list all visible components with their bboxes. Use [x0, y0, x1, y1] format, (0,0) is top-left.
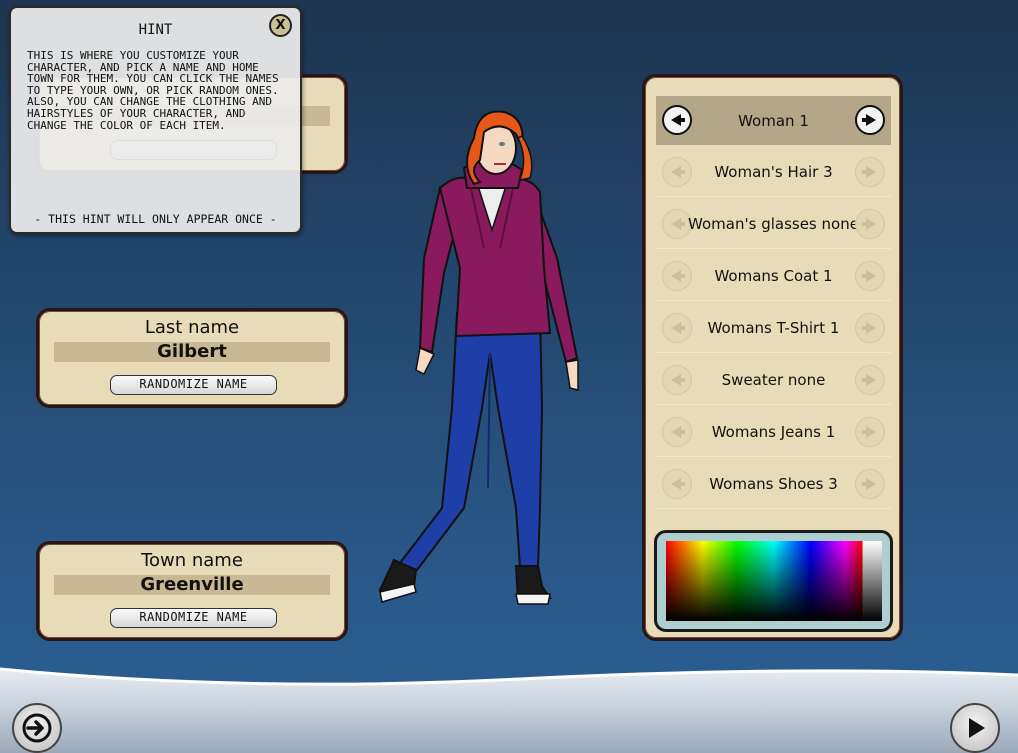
exit-arrow-icon: [22, 713, 52, 743]
last-name-title: Last name: [144, 317, 240, 338]
ground-strip: [0, 667, 1018, 753]
customize-row-label: Womans Coat 1: [714, 267, 833, 285]
customize-row: Womans Jeans 1: [656, 408, 891, 457]
color-picker-frame: [654, 530, 893, 632]
customize-panel: Woman 1 Woman's Hair 3 Woman's glasses non…: [642, 74, 903, 641]
town-name-panel: Town name Greenville RANDOMIZE NAME: [36, 541, 348, 641]
next-arrow-icon[interactable]: [855, 261, 885, 291]
last-name-randomize-button[interactable]: RANDOMIZE NAME: [110, 375, 277, 395]
next-arrow-icon[interactable]: [855, 417, 885, 447]
next-arrow-icon[interactable]: [855, 365, 885, 395]
brightness-strip[interactable]: [864, 541, 882, 621]
hint-title: HINT: [138, 22, 173, 38]
customize-row: Sweater none: [656, 356, 891, 405]
town-name-title: Town name: [141, 550, 243, 571]
exit-button[interactable]: [12, 703, 62, 753]
customize-row-label: Sweater none: [721, 371, 826, 389]
hint-close-button[interactable]: X: [269, 14, 292, 37]
customize-row: Woman 1: [656, 96, 891, 145]
color-picker[interactable]: [666, 541, 882, 621]
customize-row-label: Womans Jeans 1: [711, 423, 836, 441]
customize-row: Womans T-Shirt 1: [656, 304, 891, 353]
hint-dialog: HINT X THIS IS WHERE YOU CUSTOMIZE YOUR …: [9, 6, 302, 234]
next-arrow-icon[interactable]: [855, 469, 885, 499]
last-name-field[interactable]: Gilbert: [54, 342, 330, 362]
town-name-field[interactable]: Greenville: [54, 575, 330, 595]
customize-row: Woman's Hair 3: [656, 148, 891, 197]
hint-body: THIS IS WHERE YOU CUSTOMIZE YOUR CHARACT…: [27, 49, 279, 132]
next-arrow-icon[interactable]: [855, 157, 885, 187]
customize-row-label: Womans T-Shirt 1: [707, 319, 840, 337]
customize-row: Woman's glasses none: [656, 200, 891, 249]
customize-row-label: Womans Shoes 3: [709, 475, 838, 493]
customize-row-label: Woman's Hair 3: [714, 163, 833, 181]
customize-row: Womans Shoes 3: [656, 460, 891, 509]
town-name-randomize-button[interactable]: RANDOMIZE NAME: [110, 608, 277, 628]
customize-row: Womans Coat 1: [656, 252, 891, 301]
last-name-panel: Last name Gilbert RANDOMIZE NAME: [36, 308, 348, 408]
play-icon: [969, 718, 985, 738]
next-arrow-icon[interactable]: [855, 209, 885, 239]
next-arrow-icon[interactable]: [855, 313, 885, 343]
hint-footer: - THIS HINT WILL ONLY APPEAR ONCE -: [34, 212, 277, 226]
customize-row-label: Woman's glasses none: [688, 215, 859, 233]
continue-button[interactable]: [950, 703, 1000, 753]
next-arrow-icon[interactable]: [855, 105, 885, 135]
customize-row-label: Woman 1: [738, 111, 809, 130]
character-preview: [378, 110, 579, 605]
